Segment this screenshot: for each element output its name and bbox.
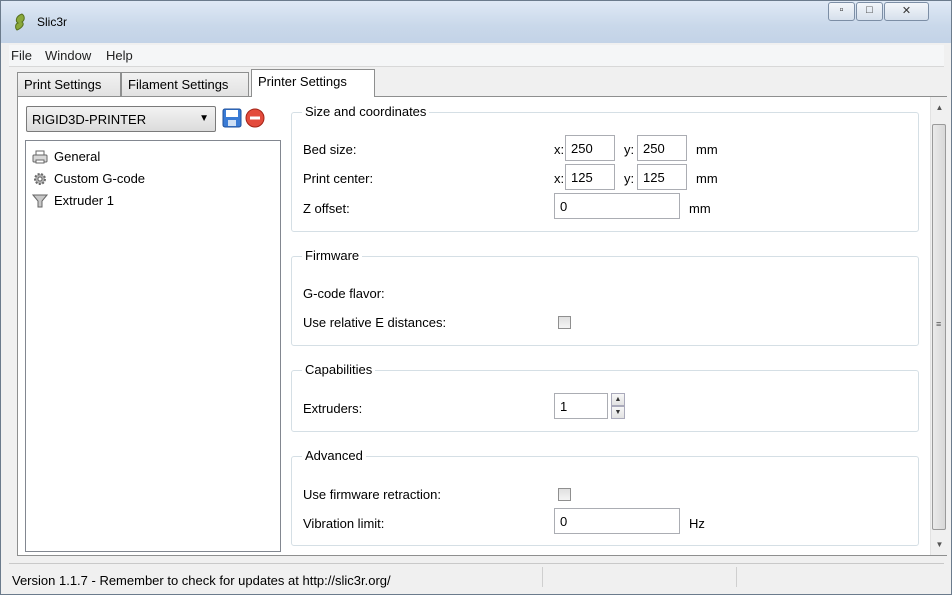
vibration-limit-label: Vibration limit: <box>303 516 385 531</box>
tab-label: Printer Settings <box>258 74 347 89</box>
group-title: Capabilities <box>302 362 376 377</box>
group-title: Firmware <box>302 248 363 263</box>
grip-icon: ≡ <box>936 319 942 329</box>
extruders-label: Extruders: <box>303 401 363 416</box>
tab-printer-settings[interactable]: Printer Settings <box>251 69 375 97</box>
gear-icon <box>34 173 46 185</box>
minimize-icon: ▫ <box>839 4 844 16</box>
status-cell-main: Version 1.1.7 - Remember to check for up… <box>9 567 543 588</box>
preset-value: RIGID3D-PRINTER <box>32 112 147 127</box>
center-x-prefix: x: <box>554 171 565 186</box>
gcode-flavor-label: G-code flavor: <box>303 286 385 301</box>
print-center-x-input[interactable]: 125 <box>565 164 615 190</box>
relative-e-checkbox[interactable] <box>558 316 571 329</box>
relative-e-label: Use relative E distances: <box>303 315 447 330</box>
settings-panel: Size and coordinates Bed size: x: 250 y:… <box>289 102 929 554</box>
tree-item-label: Extruder 1 <box>54 193 114 208</box>
bed-size-x-input[interactable]: 250 <box>565 135 615 161</box>
menu-window[interactable]: Window <box>45 48 91 63</box>
title-bar[interactable]: Slic3r ▫ □ ✕ <box>1 1 951 43</box>
printer-icon <box>32 150 48 164</box>
menu-bar: File Window Help <box>9 45 944 67</box>
close-button[interactable]: ✕ <box>884 2 929 21</box>
maximize-button[interactable]: □ <box>856 2 883 21</box>
vibration-limit-input[interactable]: 0 <box>554 508 680 534</box>
fw-retraction-checkbox[interactable] <box>558 488 571 501</box>
close-icon: ✕ <box>901 5 912 17</box>
funnel-icon <box>32 194 48 208</box>
preset-select[interactable]: RIGID3D-PRINTER ▼ <box>26 106 216 132</box>
status-text: Version 1.1.7 - Remember to check for up… <box>12 573 391 588</box>
bed-unit: mm <box>696 142 718 157</box>
menu-file[interactable]: File <box>11 48 32 63</box>
group-title: Size and coordinates <box>302 104 430 119</box>
tab-filament-settings[interactable]: Filament Settings <box>121 72 249 97</box>
extruders-stepper[interactable]: ▲ ▼ <box>611 393 625 419</box>
settings-tabs: Print Settings Filament Settings Printer… <box>17 69 937 97</box>
print-center-y-input[interactable]: 125 <box>637 164 687 190</box>
vibration-unit: Hz <box>689 516 705 531</box>
bed-size-label: Bed size: <box>303 142 357 157</box>
group-advanced: Advanced Use firmware retraction: Vibrat… <box>291 448 919 546</box>
group-size-coordinates: Size and coordinates Bed size: x: 250 y:… <box>291 104 919 232</box>
center-y-prefix: y: <box>624 171 635 186</box>
scroll-up-icon[interactable]: ▲ <box>931 99 948 116</box>
tree-item-label: Custom G-code <box>54 171 146 186</box>
left-panel: RIGID3D-PRINTER ▼ General Custom G-code … <box>23 102 281 554</box>
window-title: Slic3r <box>37 15 68 29</box>
status-cell-2 <box>543 567 737 587</box>
slic3r-logo-icon <box>15 13 25 31</box>
stepper-down-icon[interactable]: ▼ <box>611 406 625 419</box>
bed-size-y-input[interactable]: 250 <box>637 135 687 161</box>
menu-help[interactable]: Help <box>106 48 133 63</box>
chevron-down-icon: ▼ <box>199 113 209 124</box>
tab-print-settings[interactable]: Print Settings <box>17 72 121 97</box>
z-offset-input[interactable]: 0 <box>554 193 680 219</box>
group-capabilities: Capabilities Extruders: 1 ▲ ▼ <box>291 362 919 432</box>
minimize-button[interactable]: ▫ <box>828 2 855 21</box>
bed-y-prefix: y: <box>624 142 635 157</box>
status-bar: Version 1.1.7 - Remember to check for up… <box>9 563 944 589</box>
vertical-scrollbar[interactable]: ▲ ≡ ▼ <box>930 97 947 555</box>
z-unit: mm <box>689 201 711 216</box>
section-tree: General Custom G-code Extruder 1 <box>25 140 281 552</box>
print-center-label: Print center: <box>303 171 374 186</box>
scroll-thumb[interactable]: ≡ <box>932 124 946 530</box>
fw-retraction-label: Use firmware retraction: <box>303 487 441 502</box>
save-icon[interactable] <box>222 108 242 128</box>
stepper-up-icon[interactable]: ▲ <box>611 393 625 406</box>
center-unit: mm <box>696 171 718 186</box>
extruders-input[interactable]: 1 <box>554 393 608 419</box>
tab-label: Print Settings <box>24 77 102 92</box>
bed-x-prefix: x: <box>554 142 565 157</box>
group-firmware: Firmware G-code flavor: Use relative E d… <box>291 248 919 346</box>
tree-item-label: General <box>54 149 101 164</box>
maximize-icon: □ <box>866 4 873 16</box>
group-title: Advanced <box>302 448 366 463</box>
z-offset-label: Z offset: <box>303 201 350 216</box>
delete-icon[interactable] <box>245 108 265 128</box>
scroll-down-icon[interactable]: ▼ <box>931 536 948 553</box>
tab-label: Filament Settings <box>128 77 229 92</box>
app-window: Slic3r ▫ □ ✕ File Window Help Print Sett… <box>0 0 952 595</box>
